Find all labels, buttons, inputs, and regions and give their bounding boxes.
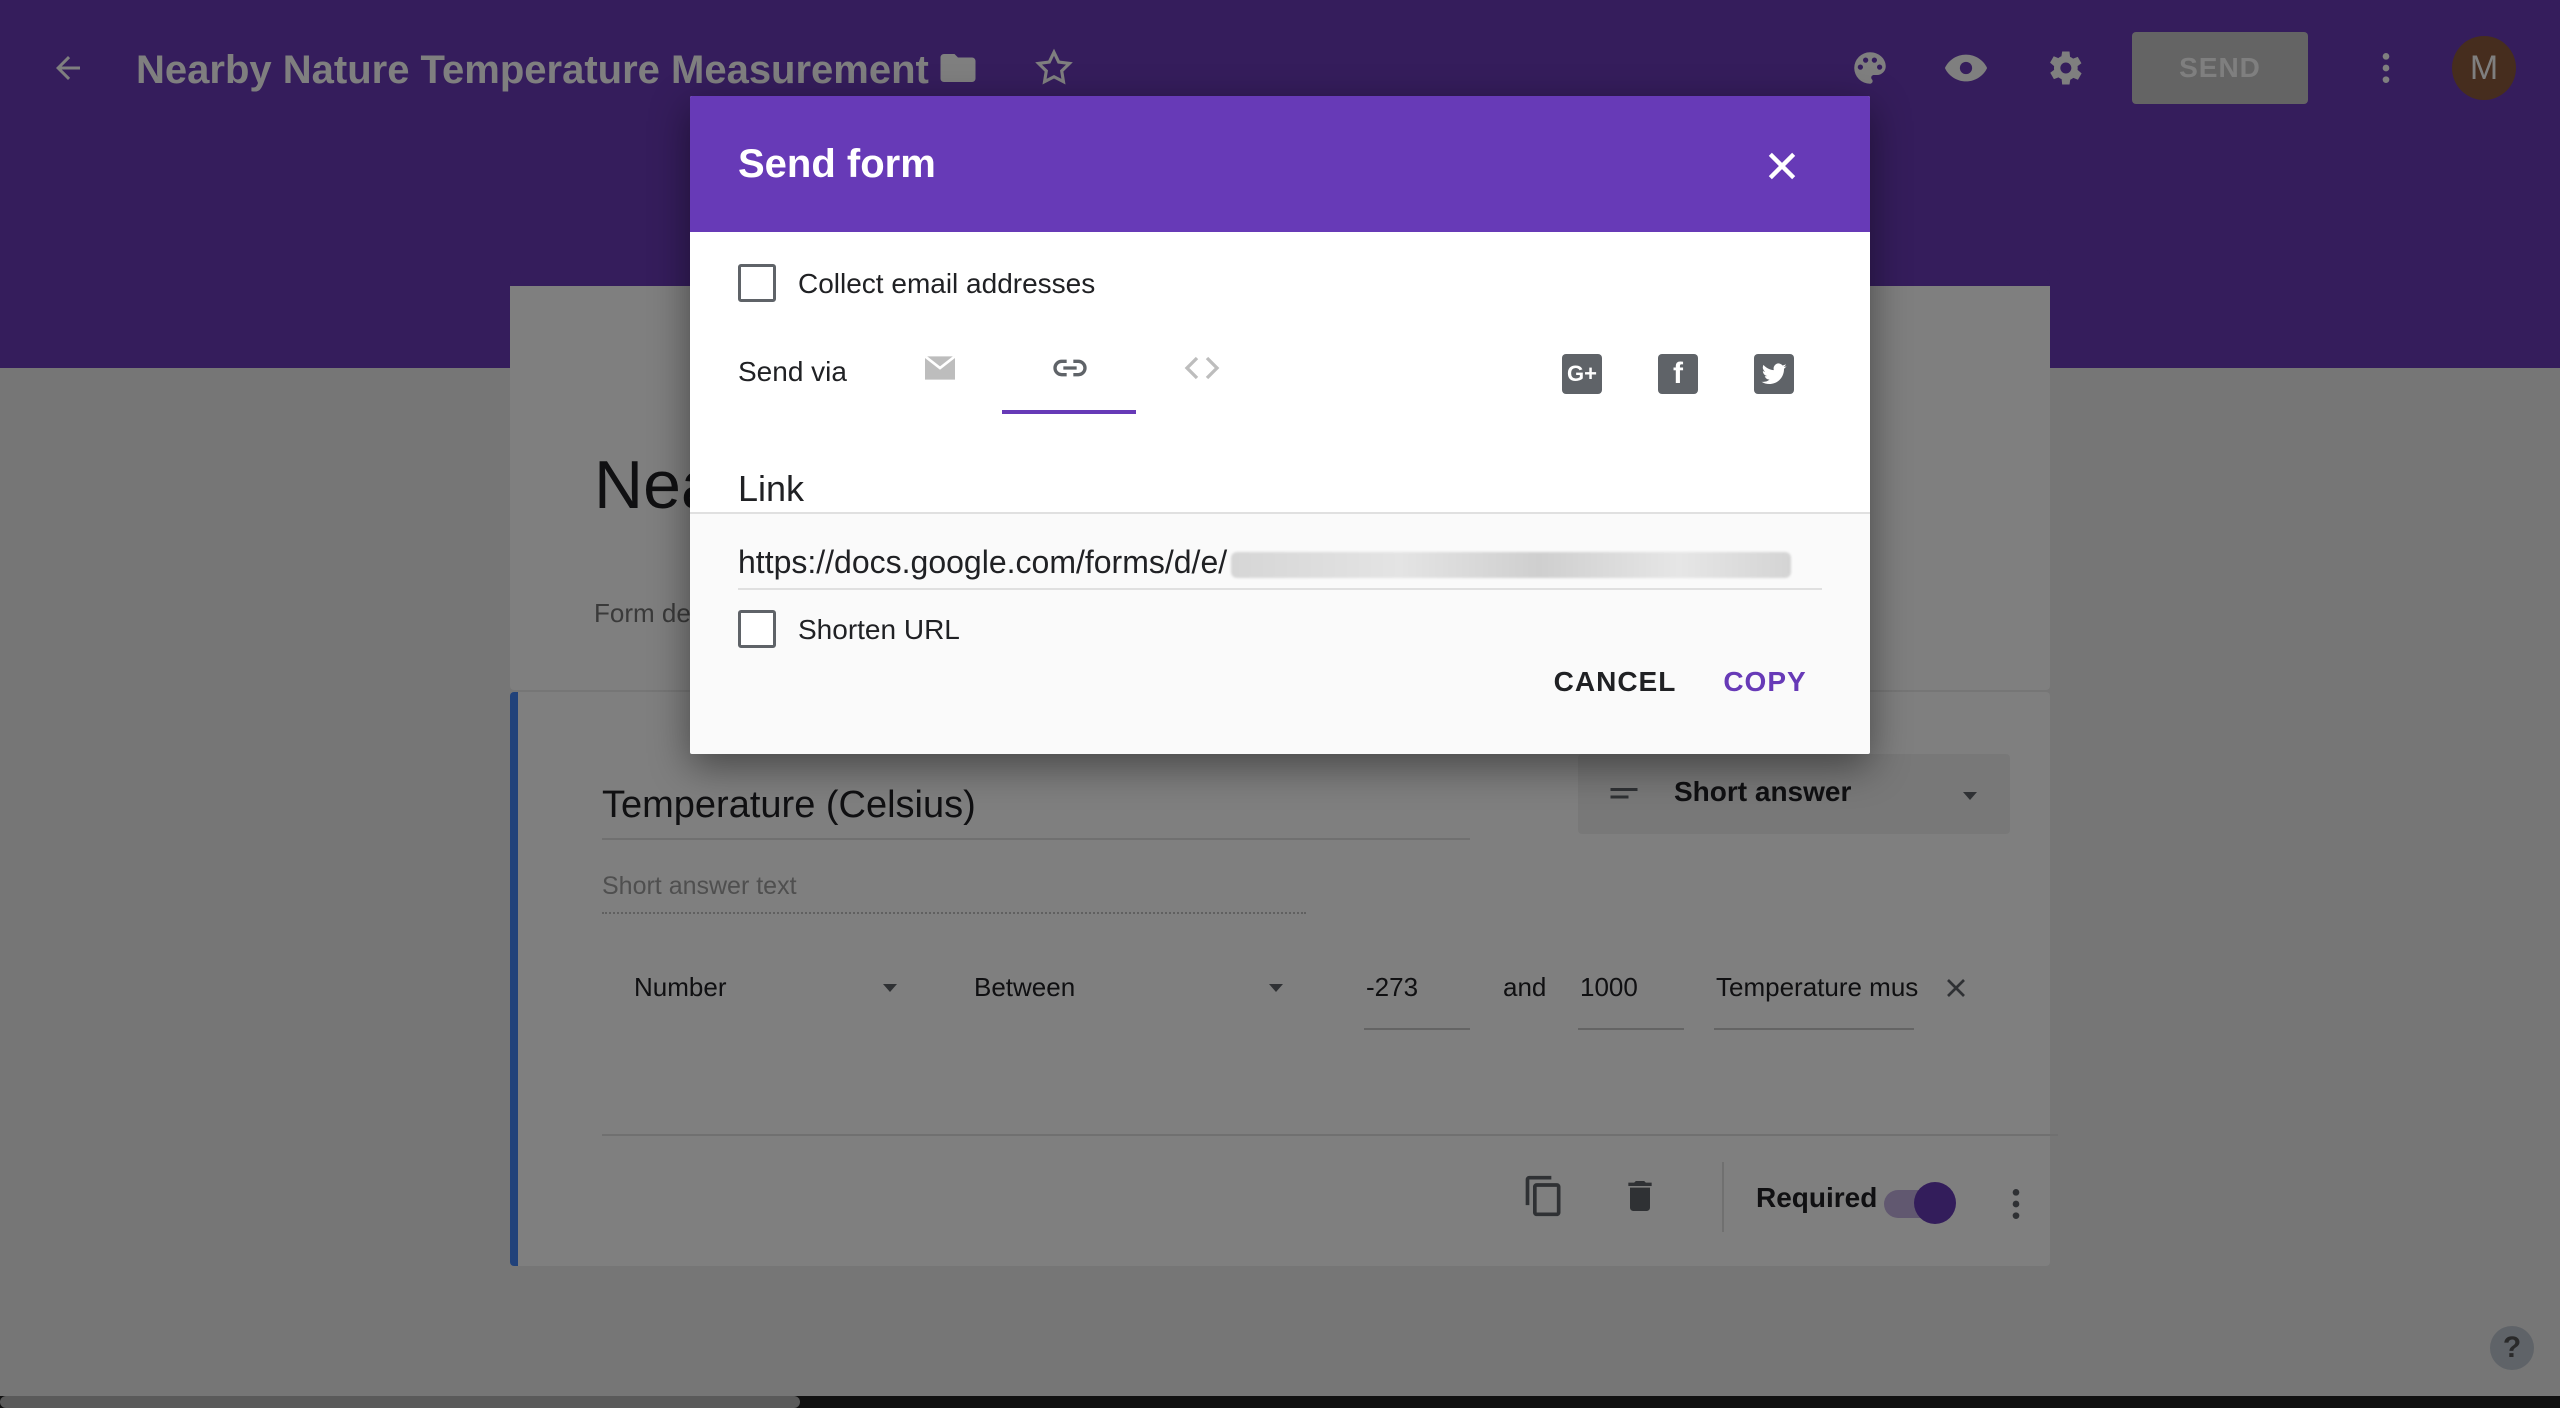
- link-url-field[interactable]: https://docs.google.com/forms/d/e/: [738, 544, 1822, 590]
- embed-code-icon: [1184, 356, 1220, 380]
- share-google-plus-button[interactable]: G+: [1562, 354, 1602, 394]
- facebook-icon: f: [1673, 357, 1683, 390]
- shorten-url-checkbox[interactable]: [738, 610, 776, 648]
- help-button[interactable]: ?: [2490, 1326, 2534, 1370]
- close-icon: [1768, 152, 1796, 180]
- cancel-button[interactable]: CANCEL: [1528, 656, 1702, 708]
- tab-embed[interactable]: [1152, 336, 1252, 400]
- dialog-header: Send form: [690, 96, 1870, 232]
- tab-email[interactable]: [890, 336, 990, 400]
- send-via-label: Send via: [738, 356, 847, 387]
- link-icon: [1053, 359, 1087, 377]
- scrollbar-thumb[interactable]: [0, 1396, 800, 1408]
- dialog-title: Send form: [738, 142, 936, 186]
- redacted-url-segment: [1231, 551, 1792, 578]
- link-heading: Link: [738, 468, 805, 509]
- active-tab-indicator: [1002, 410, 1136, 414]
- share-facebook-button[interactable]: f: [1658, 354, 1698, 394]
- copy-button[interactable]: COPY: [1700, 656, 1830, 708]
- close-button[interactable]: [1758, 142, 1806, 190]
- tab-link[interactable]: [1020, 336, 1120, 400]
- shorten-url-label: Shorten URL: [798, 614, 960, 645]
- twitter-icon: [1761, 363, 1787, 385]
- collect-email-label: Collect email addresses: [798, 268, 1096, 299]
- collect-email-checkbox[interactable]: [738, 264, 776, 302]
- email-icon: [924, 355, 956, 380]
- link-url-text: https://docs.google.com/forms/d/e/: [738, 544, 1228, 580]
- send-form-dialog: Send form Collect email addresses Send v…: [690, 96, 1870, 754]
- share-twitter-button[interactable]: [1754, 354, 1794, 394]
- google-plus-icon: G+: [1567, 361, 1597, 386]
